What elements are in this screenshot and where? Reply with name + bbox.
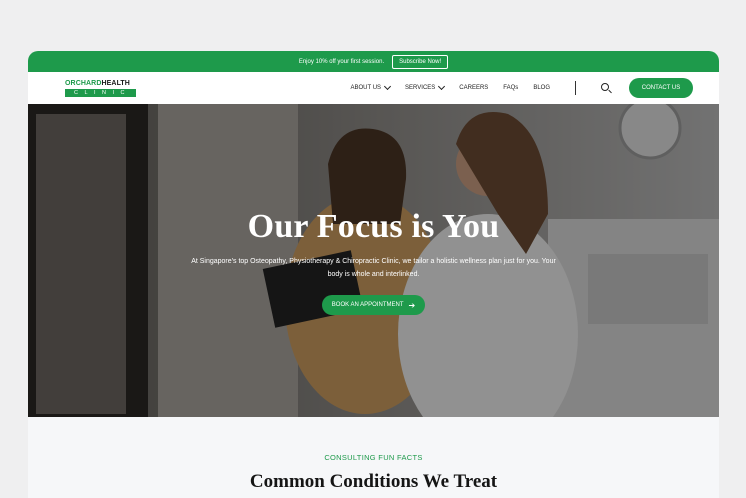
section-heading: Common Conditions We Treat (249, 471, 498, 492)
nav-item-label: SERVICES (405, 85, 436, 91)
contact-us-button[interactable]: CONTACT US (629, 78, 693, 98)
nav-item-careers[interactable]: CAREERS (459, 85, 488, 91)
hero-subtitle: At Singapore's top Osteopathy, Physiothe… (191, 258, 556, 278)
logo-word-clinic: CLINIC (65, 88, 136, 97)
promo-bar: Enjoy 10% off your first session. Subscr… (28, 51, 719, 72)
book-appointment-button[interactable]: BOOK AN APPOINTMENT ➔ (321, 295, 426, 315)
promo-text: Enjoy 10% off your first session. (298, 58, 385, 65)
search-icon[interactable] (599, 81, 613, 95)
conditions-section: CONSULTING FUN FACTS Common Conditions W… (28, 417, 719, 498)
book-appointment-label: BOOK AN APPOINTMENT (331, 302, 404, 308)
hero-section: Our Focus is You At Singapore's top Oste… (28, 104, 719, 417)
logo-word-health: HEALTH (101, 79, 130, 87)
browser-page: Enjoy 10% off your first session. Subscr… (28, 51, 719, 498)
nav-item-faqs[interactable]: FAQs (503, 85, 518, 91)
hero-title: Our Focus is You (247, 208, 500, 245)
nav-item-label: CAREERS (459, 85, 489, 91)
nav-item-blog[interactable]: BLOG (533, 85, 550, 91)
nav-item-about-us[interactable]: ABOUT US (350, 82, 392, 91)
chevron-down-icon (384, 82, 392, 91)
nav-item-services[interactable]: SERVICES (405, 82, 446, 91)
logo[interactable]: ORCHARDHEALTH CLINIC (65, 80, 136, 97)
arrow-right-icon: ➔ (408, 300, 416, 310)
subscribe-button[interactable]: Subscribe Now! (392, 54, 449, 69)
nav-item-label: ABOUT US (350, 85, 382, 91)
navbar: ORCHARDHEALTH CLINIC ABOUT US SERVICES C… (28, 72, 719, 104)
nav-links: ABOUT US SERVICES CAREERS FAQs BLOG (350, 81, 613, 95)
nav-divider (575, 81, 576, 95)
nav-item-label: BLOG (533, 85, 550, 91)
section-eyebrow: CONSULTING FUN FACTS (324, 453, 423, 462)
nav-item-label: FAQs (503, 85, 519, 91)
logo-word-orchard: ORCHARD (65, 79, 102, 87)
chevron-down-icon (438, 82, 446, 91)
hero-content: Our Focus is You At Singapore's top Oste… (28, 208, 719, 315)
